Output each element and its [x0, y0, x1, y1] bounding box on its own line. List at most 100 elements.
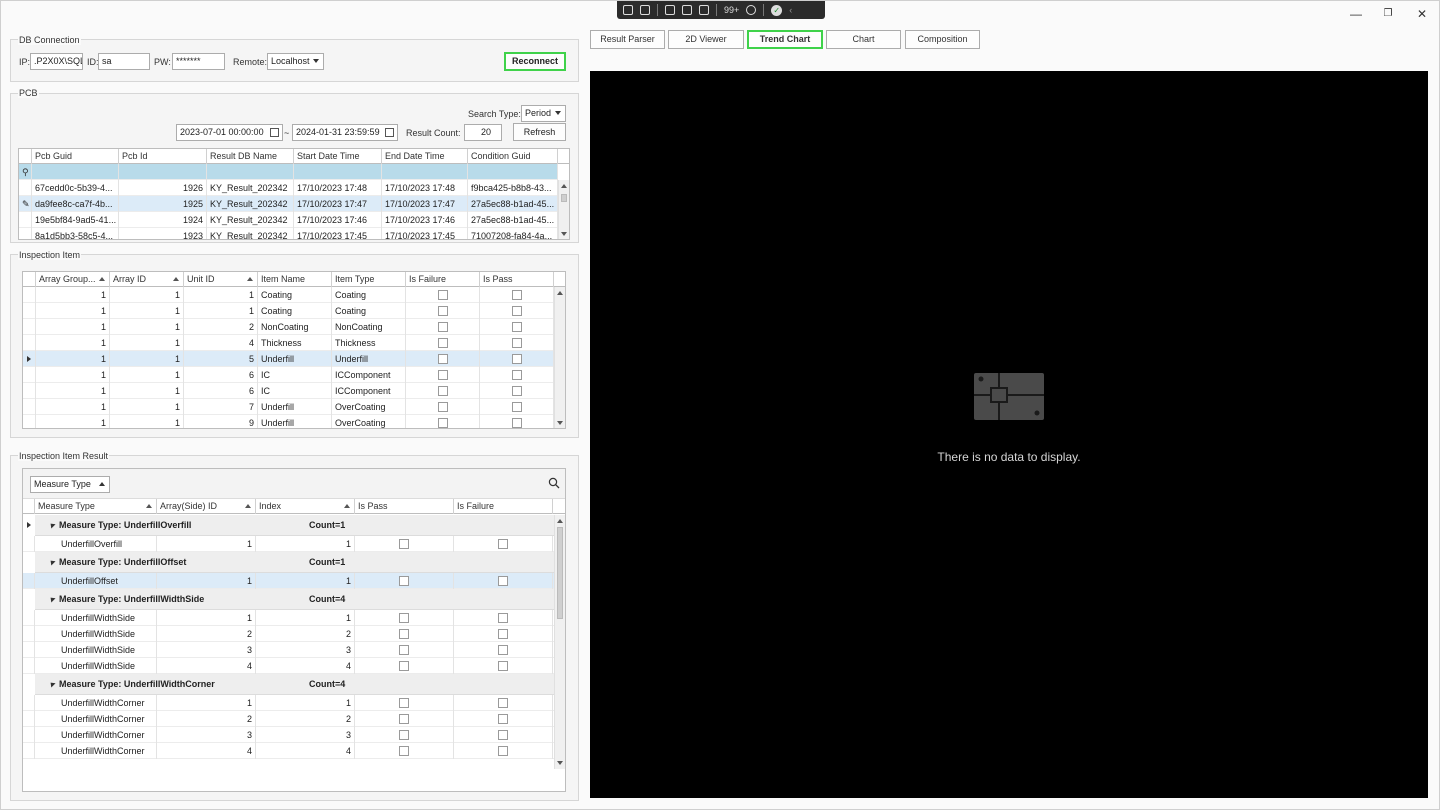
- table-row[interactable]: UnderfillWidthSide 4 4: [23, 658, 554, 674]
- scroll-down-icon[interactable]: [557, 761, 563, 765]
- notification-badge[interactable]: 99+: [724, 5, 739, 15]
- group-row[interactable]: Measure Type: UnderfillOverfill Count=1: [27, 515, 554, 536]
- trend-chart-area[interactable]: There is no data to display.: [590, 71, 1428, 798]
- camera-icon[interactable]: [640, 5, 650, 15]
- col-is-failure[interactable]: Is Failure: [406, 272, 480, 287]
- table-row[interactable]: 1 1 1 Coating Coating: [23, 287, 554, 303]
- tab-composition[interactable]: Composition: [905, 30, 980, 49]
- is-failure-checkbox[interactable]: [498, 539, 508, 549]
- date-to-field[interactable]: 2024-01-31 23:59:59: [292, 124, 398, 141]
- is-pass-checkbox[interactable]: [399, 645, 409, 655]
- col-measure-type[interactable]: Measure Type: [35, 499, 157, 514]
- inspection-item-scrollbar[interactable]: [554, 287, 565, 428]
- is-pass-checkbox[interactable]: [399, 539, 409, 549]
- tab-chart[interactable]: Chart: [826, 30, 901, 49]
- col-is-pass[interactable]: Is Pass: [480, 272, 554, 287]
- is-pass-checkbox[interactable]: [399, 661, 409, 671]
- table-row[interactable]: 1 1 2 NonCoating NonCoating: [23, 319, 554, 335]
- is-failure-checkbox[interactable]: [438, 322, 448, 332]
- is-failure-checkbox[interactable]: [498, 645, 508, 655]
- table-row[interactable]: 1 1 5 Underfill Underfill: [23, 351, 554, 367]
- date-from-field[interactable]: 2023-07-01 00:00:00: [176, 124, 283, 141]
- pointer-icon[interactable]: [699, 5, 709, 15]
- is-failure-checkbox[interactable]: [438, 402, 448, 412]
- col-array-id[interactable]: Array ID: [110, 272, 184, 287]
- collapse-group-icon[interactable]: [48, 680, 56, 688]
- col-is-failure[interactable]: Is Failure: [454, 499, 553, 514]
- col-start-date-time[interactable]: Start Date Time: [294, 149, 382, 164]
- col-end-date-time[interactable]: End Date Time: [382, 149, 468, 164]
- is-pass-checkbox[interactable]: [512, 290, 522, 300]
- col-result-db-name[interactable]: Result DB Name: [207, 149, 294, 164]
- result-count-field[interactable]: 20: [464, 124, 502, 141]
- auto-filter-row[interactable]: ⚲: [19, 164, 558, 180]
- id-field[interactable]: sa: [98, 53, 150, 70]
- col-array-side-id[interactable]: Array(Side) ID: [157, 499, 256, 514]
- filter-cell[interactable]: [294, 164, 382, 180]
- scroll-up-icon[interactable]: [557, 519, 563, 523]
- is-pass-checkbox[interactable]: [399, 746, 409, 756]
- tab-trend-chart[interactable]: Trend Chart: [747, 30, 823, 49]
- restore-button[interactable]: ❐: [1374, 5, 1402, 23]
- is-failure-checkbox[interactable]: [498, 698, 508, 708]
- is-pass-checkbox[interactable]: [399, 714, 409, 724]
- col-unit-id[interactable]: Unit ID: [184, 272, 258, 287]
- calendar-icon[interactable]: [270, 128, 279, 137]
- collapse-group-icon[interactable]: [48, 521, 56, 529]
- is-failure-checkbox[interactable]: [498, 613, 508, 623]
- table-row[interactable]: UnderfillOverfill 1 1: [23, 536, 554, 552]
- is-failure-checkbox[interactable]: [498, 629, 508, 639]
- table-row[interactable]: 67cedd0c-5b39-4... 1926 KY_Result_202342…: [19, 180, 558, 196]
- is-failure-checkbox[interactable]: [498, 714, 508, 724]
- table-row[interactable]: 1 1 7 Underfill OverCoating: [23, 399, 554, 415]
- scroll-thumb[interactable]: [561, 194, 567, 202]
- col-condition-guid[interactable]: Condition Guid: [468, 149, 558, 164]
- minimize-button[interactable]: —: [1342, 5, 1370, 23]
- is-pass-checkbox[interactable]: [512, 338, 522, 348]
- is-failure-checkbox[interactable]: [498, 746, 508, 756]
- password-field[interactable]: *******: [172, 53, 225, 70]
- refresh-button[interactable]: Refresh: [513, 123, 566, 141]
- is-failure-checkbox[interactable]: [498, 730, 508, 740]
- frame-icon[interactable]: [682, 5, 692, 15]
- inspection-result-scrollbar[interactable]: [554, 515, 565, 769]
- table-row[interactable]: UnderfillWidthSide 3 3: [23, 642, 554, 658]
- filter-cell[interactable]: [468, 164, 558, 180]
- is-pass-checkbox[interactable]: [399, 629, 409, 639]
- is-pass-checkbox[interactable]: [512, 306, 522, 316]
- cast-icon[interactable]: [665, 5, 675, 15]
- table-row[interactable]: 1 1 1 Coating Coating: [23, 303, 554, 319]
- status-ok-icon[interactable]: ✓: [771, 4, 783, 16]
- scroll-up-icon[interactable]: [561, 184, 567, 188]
- group-row[interactable]: Measure Type: UnderfillWidthCorner Count=…: [35, 674, 554, 695]
- col-is-pass[interactable]: Is Pass: [355, 499, 454, 514]
- col-item-type[interactable]: Item Type: [332, 272, 406, 287]
- col-pcb-guid[interactable]: Pcb Guid: [32, 149, 119, 164]
- table-row[interactable]: 1 1 6 IC ICComponent: [23, 383, 554, 399]
- table-row[interactable]: 19e5bf84-9ad5-41... 1924 KY_Result_20234…: [19, 212, 558, 228]
- is-pass-checkbox[interactable]: [399, 613, 409, 623]
- is-pass-checkbox[interactable]: [512, 386, 522, 396]
- is-failure-checkbox[interactable]: [438, 418, 448, 428]
- is-pass-checkbox[interactable]: [512, 402, 522, 412]
- search-type-select[interactable]: Period: [521, 105, 566, 122]
- table-row[interactable]: 8a1d5bb3-58c5-4... 1923 KY_Result_202342…: [19, 228, 558, 239]
- col-index[interactable]: Index: [256, 499, 355, 514]
- table-row[interactable]: UnderfillOffset 1 1: [23, 573, 554, 589]
- is-pass-checkbox[interactable]: [399, 576, 409, 586]
- table-row[interactable]: UnderfillWidthSide 1 1: [23, 610, 554, 626]
- group-row[interactable]: Measure Type: UnderfillWidthSide Count=4: [35, 589, 554, 610]
- is-pass-checkbox[interactable]: [399, 730, 409, 740]
- tab-2d-viewer[interactable]: 2D Viewer: [668, 30, 744, 49]
- group-row[interactable]: Measure Type: UnderfillOffset Count=1: [35, 552, 554, 573]
- col-array-group[interactable]: Array Group...: [36, 272, 110, 287]
- scroll-down-icon[interactable]: [557, 421, 563, 425]
- is-pass-checkbox[interactable]: [399, 698, 409, 708]
- is-failure-checkbox[interactable]: [438, 290, 448, 300]
- close-button[interactable]: ✕: [1408, 5, 1436, 23]
- table-row[interactable]: UnderfillWidthSide 2 2: [23, 626, 554, 642]
- search-icon[interactable]: [548, 477, 560, 489]
- scroll-up-icon[interactable]: [557, 291, 563, 295]
- accessibility-icon[interactable]: [746, 5, 757, 15]
- is-pass-checkbox[interactable]: [512, 370, 522, 380]
